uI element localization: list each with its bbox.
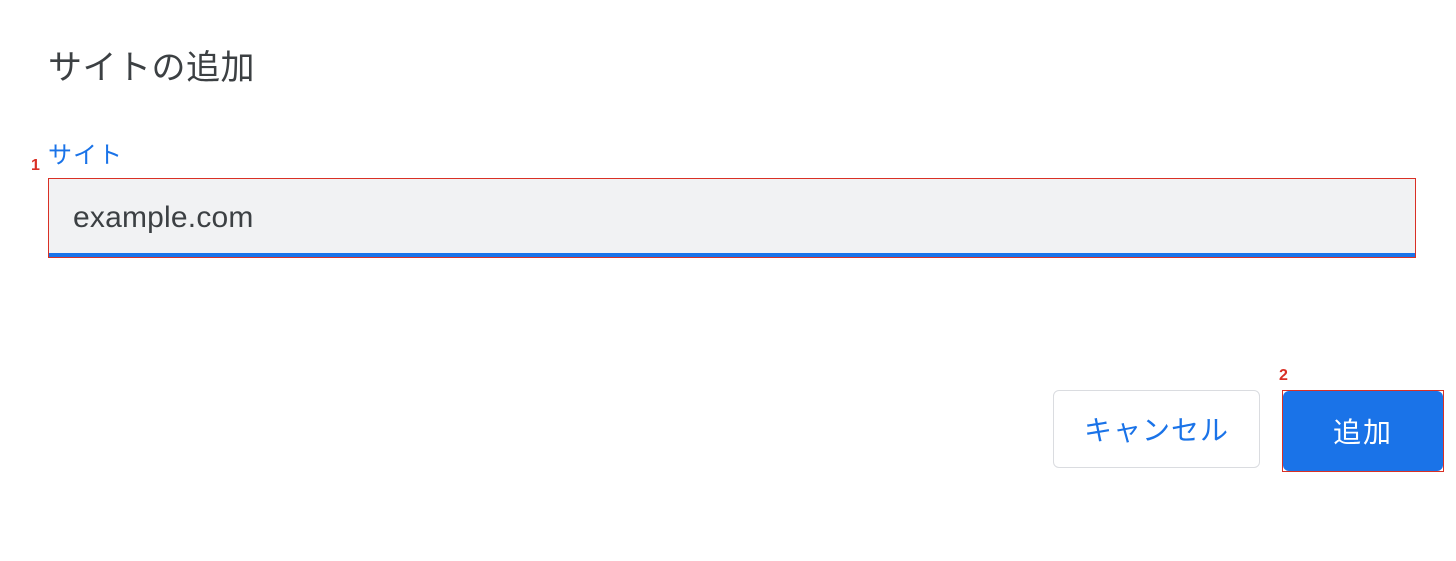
site-input-highlight: 1 [48, 178, 1416, 258]
dialog-button-row: キャンセル 2 追加 [1053, 390, 1444, 472]
annotation-marker-2: 2 [1279, 367, 1288, 385]
add-button-highlight: 2 追加 [1282, 390, 1444, 472]
annotation-marker-1: 1 [31, 157, 40, 175]
dialog-title: サイトの追加 [48, 40, 1416, 89]
site-input[interactable] [49, 179, 1415, 257]
add-button[interactable]: 追加 [1283, 391, 1443, 471]
cancel-button[interactable]: キャンセル [1053, 390, 1260, 468]
site-field-label: サイト [48, 135, 1416, 170]
add-site-dialog: サイトの追加 サイト 1 [48, 40, 1416, 258]
